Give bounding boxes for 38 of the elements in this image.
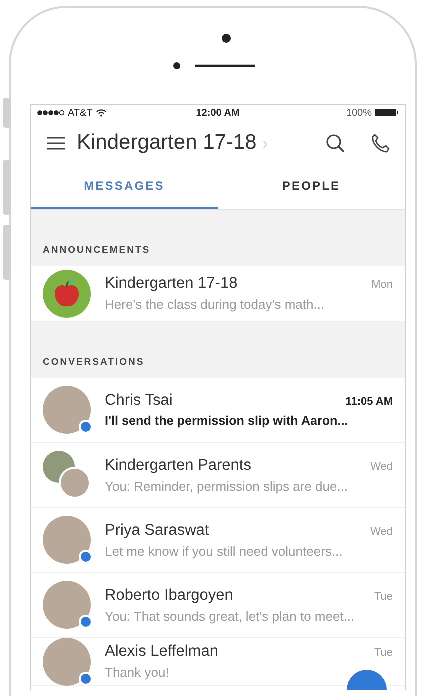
clock-time: 12:00 AM [195, 108, 241, 118]
message-time: 11:05 AM [346, 396, 393, 408]
contact-name: Kindergarten 17-18 [105, 275, 239, 293]
message-preview: You: That sounds great, let's plan to meet... [105, 608, 356, 624]
message-preview: I'll send the permission slip with Aaron... [105, 414, 350, 428]
message-time: Mon [372, 279, 393, 291]
avatar-placeholder [43, 386, 91, 434]
contact-name: Priya Saraswat [105, 522, 210, 540]
contact-name: Kindergarten Parents [105, 456, 252, 474]
group-title[interactable]: Kindergarten 17-18 [77, 131, 257, 155]
contact-name: Alexis Leffelman [105, 643, 220, 661]
avatar-placeholder [43, 638, 91, 686]
signal-icon [37, 110, 65, 116]
contact-name: Roberto Ibargoyen [105, 586, 234, 604]
avatar-placeholder [43, 516, 91, 564]
message-time: Tue [374, 647, 393, 659]
message-time: Wed [370, 460, 393, 472]
avatar-placeholder [43, 581, 91, 629]
message-preview: Here's the class during today's math... [105, 297, 326, 312]
tab[interactable]: PEOPLE [218, 165, 405, 209]
conversation-row[interactable]: Alexis Leffelman Tue Thank you! [31, 638, 405, 686]
apple-avatar-icon [43, 270, 91, 318]
phone-icon[interactable] [371, 133, 391, 153]
message-preview: Let me know if you still need volunteers... [105, 544, 344, 558]
message-time: Wed [370, 526, 393, 538]
battery-percent: 100% [346, 108, 372, 118]
battery-icon [375, 109, 400, 117]
message-preview: You: Reminder, permission slips are due... [105, 478, 350, 494]
section-header: ANNOUNCEMENTS [31, 210, 405, 266]
message-preview: Thank you! [105, 665, 170, 680]
speaker-icon [173, 62, 257, 70]
menu-icon[interactable] [47, 136, 65, 150]
carrier-name: AT&T [68, 108, 93, 118]
section-header: CONVERSATIONS [31, 322, 405, 378]
wifi-icon [96, 109, 107, 117]
contact-name: Chris Tsai [105, 392, 174, 410]
search-icon[interactable] [326, 134, 345, 152]
message-time: Tue [374, 590, 393, 602]
